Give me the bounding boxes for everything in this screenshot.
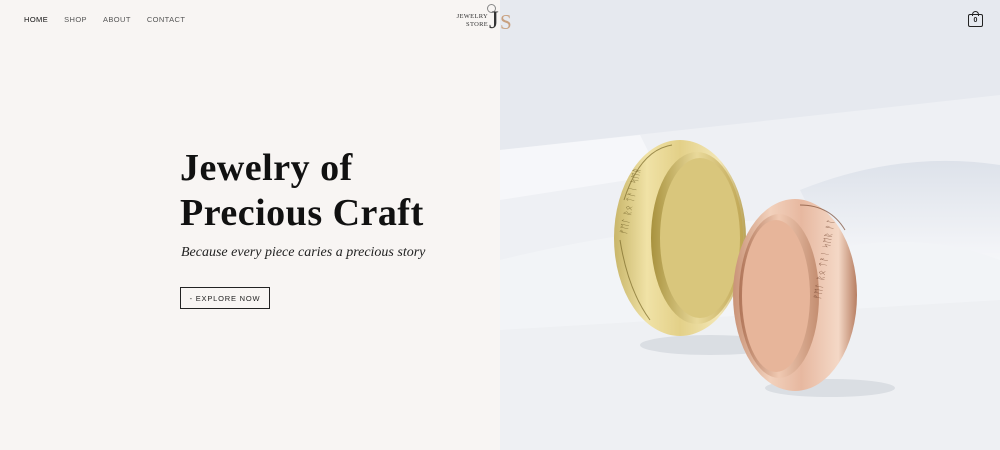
nav-about-link[interactable]: ABOUT: [103, 15, 131, 24]
logo-wordmark: JEWELRY STORE: [452, 13, 488, 29]
hero-title-line-1: Jewelry of: [180, 147, 353, 189]
logo-monogram-s: S: [500, 10, 512, 34]
hero-title: Jewelry of Precious Craft: [180, 146, 480, 236]
store-logo[interactable]: JEWELRY STORE J S: [452, 4, 522, 37]
hero-image-panel: ᚠᛖᛚ ᚱᛟ ᛏᚨᛁ ᛋᛖᚱ ᚠᛖᛚ ᚱᛟ ᛏᚨᛁ ᛋᛖᚱ ᚨᛚ: [500, 0, 1000, 450]
nav-shop-link[interactable]: SHOP: [64, 15, 87, 24]
explore-now-button[interactable]: - EXPLORE NOW: [180, 287, 270, 309]
logo-line-1: JEWELRY: [456, 13, 488, 20]
cart-count-badge: 0: [968, 14, 983, 27]
rings-photo: ᚠᛖᛚ ᚱᛟ ᛏᚨᛁ ᛋᛖᚱ ᚠᛖᛚ ᚱᛟ ᛏᚨᛁ ᛋᛖᚱ ᚨᛚ: [500, 0, 1000, 450]
nav-contact-link[interactable]: CONTACT: [147, 15, 186, 24]
hero-title-line-2: Precious Craft: [180, 192, 424, 234]
main-nav: HOME SHOP ABOUT CONTACT: [24, 15, 185, 24]
logo-monogram-j: J: [489, 7, 499, 34]
cart-button[interactable]: 0: [968, 11, 983, 27]
nav-home-link[interactable]: HOME: [24, 15, 48, 24]
logo-line-2: STORE: [466, 21, 488, 28]
hero-subtitle: Because every piece caries a precious st…: [181, 245, 426, 260]
